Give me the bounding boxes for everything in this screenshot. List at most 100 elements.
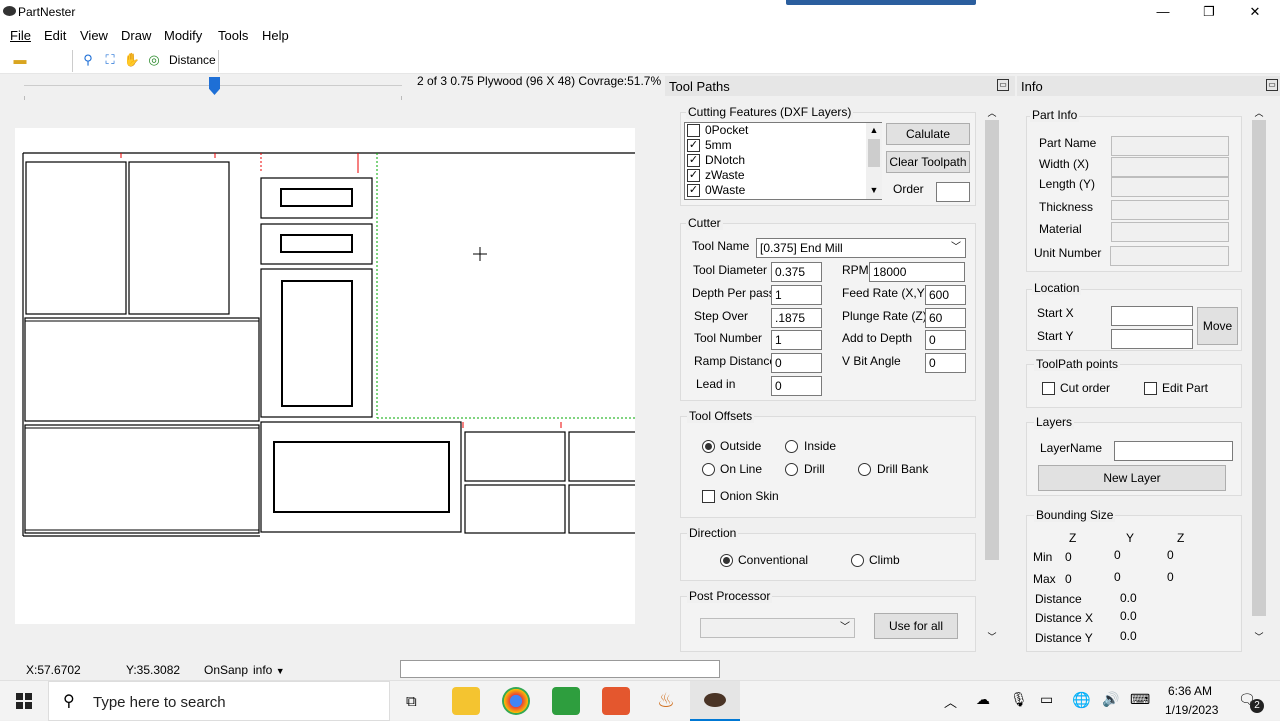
measure-icon[interactable]: ◎ — [144, 51, 164, 69]
rpm-input[interactable]: 18000 — [869, 262, 965, 282]
close-button[interactable]: ✕ — [1240, 2, 1270, 22]
start-x-input[interactable] — [1111, 306, 1193, 326]
app-flame-icon[interactable]: ♨ — [652, 687, 680, 715]
menu-help[interactable]: Help — [262, 28, 289, 43]
inside-radio[interactable] — [785, 440, 798, 453]
tool-diameter-input[interactable]: 0.375 — [771, 262, 822, 282]
app-green-icon[interactable] — [552, 687, 580, 715]
depth-per-pass-input[interactable]: 1 — [771, 285, 822, 305]
max-value: 0 — [1065, 572, 1072, 586]
menu-tools[interactable]: Tools — [218, 28, 248, 43]
ramp-distance-input[interactable]: 0 — [771, 353, 822, 373]
new-layer-button[interactable]: New Layer — [1038, 465, 1226, 491]
scroll-up-icon[interactable]: ▲ — [867, 125, 881, 135]
tool-name-select[interactable]: [0.375] End Mill ﹀ — [756, 238, 966, 258]
toolpaths-scroll-thumb[interactable] — [985, 120, 999, 560]
min-value: 0 — [1167, 548, 1174, 562]
order-input[interactable] — [936, 182, 970, 202]
minimize-button[interactable]: — — [1148, 2, 1178, 22]
feed-rate-input[interactable]: 600 — [925, 285, 966, 305]
outside-radio[interactable] — [702, 440, 715, 453]
lead-in-input[interactable]: 0 — [771, 376, 822, 396]
toolpaths-scrollbar[interactable]: ︿ ﹀ — [984, 104, 1000, 644]
use-for-all-button[interactable]: Use for all — [874, 613, 958, 639]
app-orange-icon[interactable] — [602, 687, 630, 715]
info-scroll-thumb[interactable] — [1252, 120, 1266, 616]
microphone-icon[interactable]: 🎙 — [1010, 691, 1028, 708]
clock-date[interactable]: 1/19/2023 — [1165, 703, 1218, 717]
layer-checkbox-zwaste[interactable]: ✓ — [687, 169, 700, 182]
sheet-slider-thumb[interactable] — [209, 77, 220, 95]
globe-icon[interactable]: 🌐 — [1072, 691, 1091, 709]
drawing-canvas[interactable] — [15, 128, 640, 624]
climb-radio[interactable] — [851, 554, 864, 567]
calculate-button[interactable]: Calulate — [886, 123, 970, 145]
restore-button[interactable]: ❐ — [1194, 2, 1224, 22]
drill-radio[interactable] — [785, 463, 798, 476]
add-to-depth-input[interactable]: 0 — [925, 330, 966, 350]
menu-edit[interactable]: Edit — [44, 28, 66, 43]
layer-checkbox-0pocket[interactable] — [687, 124, 700, 137]
climb-label: Climb — [869, 553, 900, 567]
zoom-icon[interactable]: ⚲ — [78, 51, 98, 69]
start-y-input[interactable] — [1111, 329, 1193, 349]
distance-button[interactable]: Distance — [169, 53, 216, 67]
menu-modify[interactable]: Modify — [164, 28, 202, 43]
menu-draw[interactable]: Draw — [121, 28, 151, 43]
status-bar: X:57.6702 Y:35.3082 OnSanp info ▼ — [0, 656, 1280, 680]
scroll-up-icon[interactable]: ︿ — [985, 106, 999, 119]
pin-icon[interactable]: ▭ — [1266, 79, 1278, 91]
conventional-radio[interactable] — [720, 554, 733, 567]
progress-bar — [400, 660, 720, 678]
chevron-up-icon[interactable]: ︿ — [944, 692, 957, 711]
scroll-down-icon[interactable]: ﹀ — [1252, 630, 1266, 643]
info-scrollbar[interactable]: ︿ ﹀ — [1251, 104, 1267, 644]
direction-label: Direction — [687, 526, 739, 540]
taskbar-search-box[interactable]: ⚲ Type here to search — [48, 681, 390, 721]
pin-icon[interactable]: ▭ — [997, 79, 1009, 91]
plunge-rate-input[interactable]: 60 — [925, 308, 966, 328]
snap-status[interactable]: OnSanp — [204, 663, 248, 677]
folder-icon[interactable]: ▬ — [10, 51, 30, 69]
scroll-up-icon[interactable]: ︿ — [1252, 106, 1266, 119]
vbit-angle-input[interactable]: 0 — [925, 353, 966, 373]
max-value: 0 — [1167, 570, 1174, 584]
keyboard-icon[interactable]: ⌨ — [1130, 691, 1150, 708]
windows-start-icon[interactable] — [16, 693, 32, 709]
battery-icon[interactable]: ▭ — [1040, 691, 1053, 708]
task-view-icon[interactable]: ⧉ — [406, 693, 417, 710]
scroll-down-icon[interactable]: ▼ — [867, 185, 881, 195]
layer-checkbox-5mm[interactable]: ✓ — [687, 139, 700, 152]
zoom-extents-icon[interactable]: ⛶ — [100, 51, 120, 69]
menu-file[interactable]: File — [10, 28, 31, 43]
file-explorer-icon[interactable] — [452, 687, 480, 715]
cut-order-checkbox[interactable] — [1042, 382, 1055, 395]
clear-toolpath-button[interactable]: Clear Toolpath — [886, 151, 970, 173]
layer-list-scroll-thumb[interactable] — [868, 139, 880, 167]
x-coordinate: X:57.6702 — [26, 663, 81, 677]
layer-checkbox-0waste[interactable]: ✓ — [687, 184, 700, 197]
cloud-icon[interactable]: ☁ — [976, 691, 990, 708]
menu-view[interactable]: View — [80, 28, 108, 43]
edit-part-checkbox[interactable] — [1144, 382, 1157, 395]
on-line-radio[interactable] — [702, 463, 715, 476]
unit-number-label: Unit Number — [1034, 246, 1102, 260]
info-panel-header: Info ▭ — [1017, 76, 1280, 96]
partnester-taskbar-button[interactable] — [690, 681, 740, 721]
move-button[interactable]: Move — [1197, 307, 1238, 345]
layer-list-scrollbar[interactable]: ▲ ▼ — [866, 123, 882, 199]
pan-hand-icon[interactable]: ✋ — [122, 51, 142, 69]
info-dropdown[interactable]: info ▼ — [253, 663, 285, 677]
scroll-down-icon[interactable]: ﹀ — [985, 630, 999, 643]
toolbar-separator — [72, 50, 73, 72]
tool-number-input[interactable]: 1 — [771, 330, 822, 350]
chrome-icon[interactable] — [502, 687, 530, 715]
volume-icon[interactable]: 🔊 — [1102, 691, 1119, 708]
post-processor-select[interactable]: ﹀ — [700, 618, 855, 638]
clock-time[interactable]: 6:36 AM — [1168, 684, 1212, 698]
onion-skin-checkbox[interactable] — [702, 490, 715, 503]
layer-checkbox-dnotch[interactable]: ✓ — [687, 154, 700, 167]
drill-bank-radio[interactable] — [858, 463, 871, 476]
step-over-input[interactable]: .1875 — [771, 308, 822, 328]
layer-name-input[interactable] — [1114, 441, 1233, 461]
